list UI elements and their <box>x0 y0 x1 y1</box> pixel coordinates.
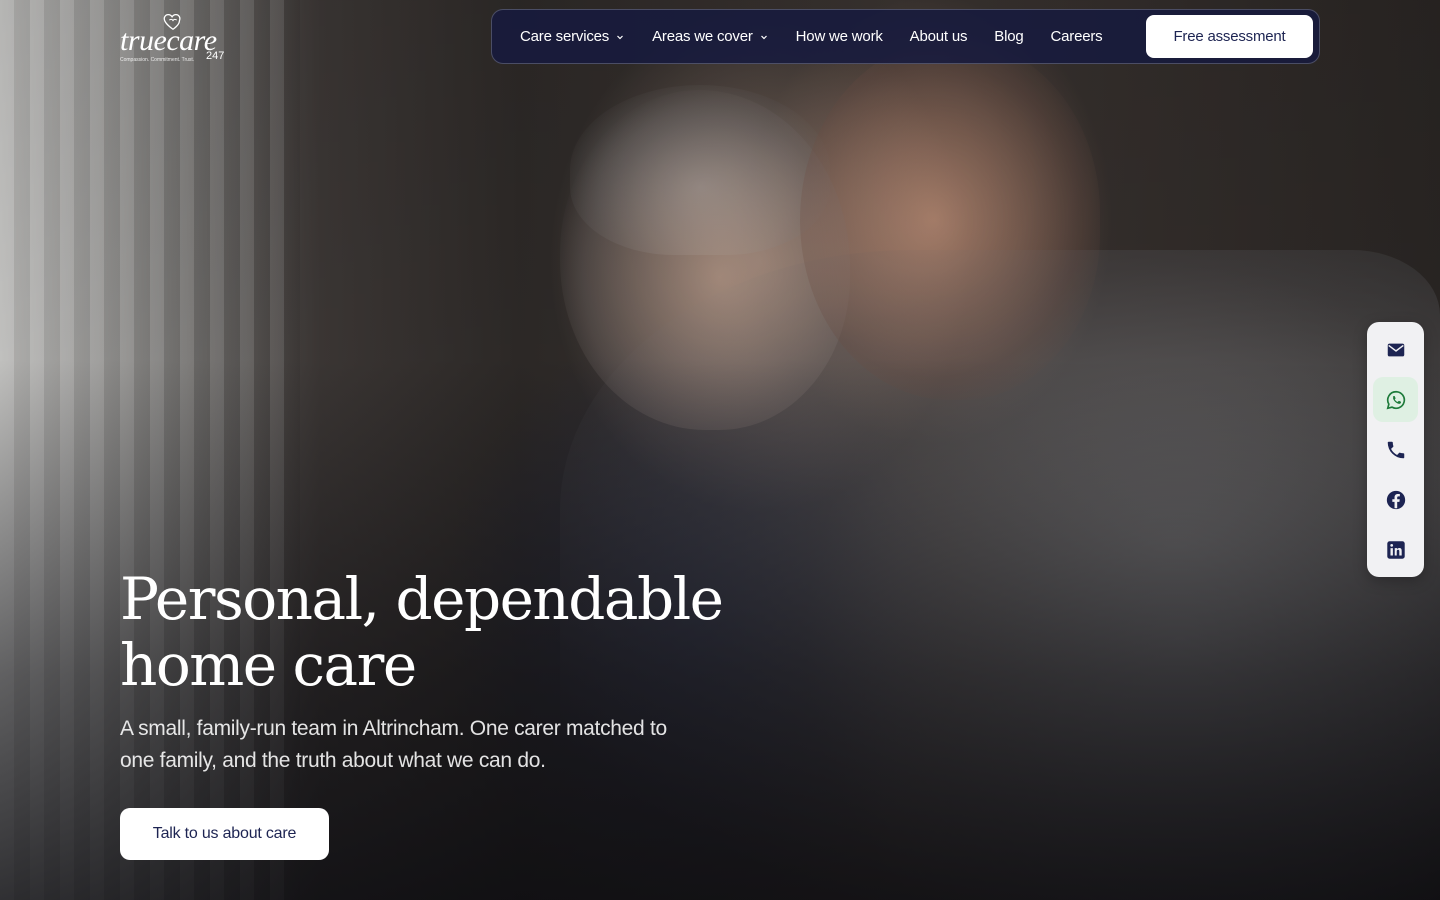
hero-subtitle-line-1: A small, family-run team in Altrincham. … <box>120 717 667 740</box>
hero-title: Personal, dependable home care <box>120 566 820 698</box>
hero-subtitle-line-2: one family, and the truth about what we … <box>120 749 546 772</box>
logo-suffix: 247 <box>206 50 225 62</box>
nav-item-label: Blog <box>994 28 1024 45</box>
facebook-button[interactable] <box>1373 477 1418 522</box>
hero-title-line-2: home care <box>120 631 417 699</box>
nav-item-blog[interactable]: Blog <box>994 28 1023 45</box>
nav-item-how-we-work[interactable]: How we work <box>796 28 883 45</box>
email-button[interactable] <box>1373 327 1418 372</box>
whatsapp-button[interactable] <box>1373 377 1418 422</box>
linkedin-button[interactable] <box>1373 527 1418 572</box>
nav-item-about-us[interactable]: About us <box>910 28 968 45</box>
facebook-icon <box>1386 490 1405 509</box>
hero-subtitle: A small, family-run team in Altrincham. … <box>120 713 720 777</box>
nav-item-areas-we-cover[interactable]: Areas we cover <box>652 28 769 45</box>
logo-wordmark: truecare <box>120 24 217 57</box>
hero-title-line-1: Personal, dependable <box>120 565 724 633</box>
mail-icon <box>1387 343 1404 356</box>
whatsapp-icon <box>1386 390 1405 409</box>
nav-item-label: About us <box>909 28 968 45</box>
nav-item-label: Care services <box>520 28 610 45</box>
nav-item-care-services[interactable]: Care services <box>520 28 625 45</box>
free-assessment-button[interactable]: Free assessment <box>1146 15 1313 58</box>
phone-icon <box>1387 441 1404 458</box>
nav-item-label: Careers <box>1050 28 1103 45</box>
chevron-down-icon <box>617 35 624 39</box>
nav-item-label: How we work <box>795 28 883 45</box>
linkedin-icon <box>1386 540 1405 559</box>
logo-tagline: Compassion. Commitment. Trust. <box>120 57 195 63</box>
talk-to-us-button[interactable]: Talk to us about care <box>120 808 329 860</box>
phone-button[interactable] <box>1373 427 1418 472</box>
nav-item-label: Areas we cover <box>652 28 753 45</box>
main-nav: Care services Areas we cover How we work… <box>491 9 1320 64</box>
contact-rail <box>1367 322 1424 577</box>
chevron-down-icon <box>760 35 767 39</box>
logo-link[interactable]: truecare 247 Compassion. Commitment. Tru… <box>120 10 230 66</box>
nav-item-careers[interactable]: Careers <box>1051 28 1103 45</box>
